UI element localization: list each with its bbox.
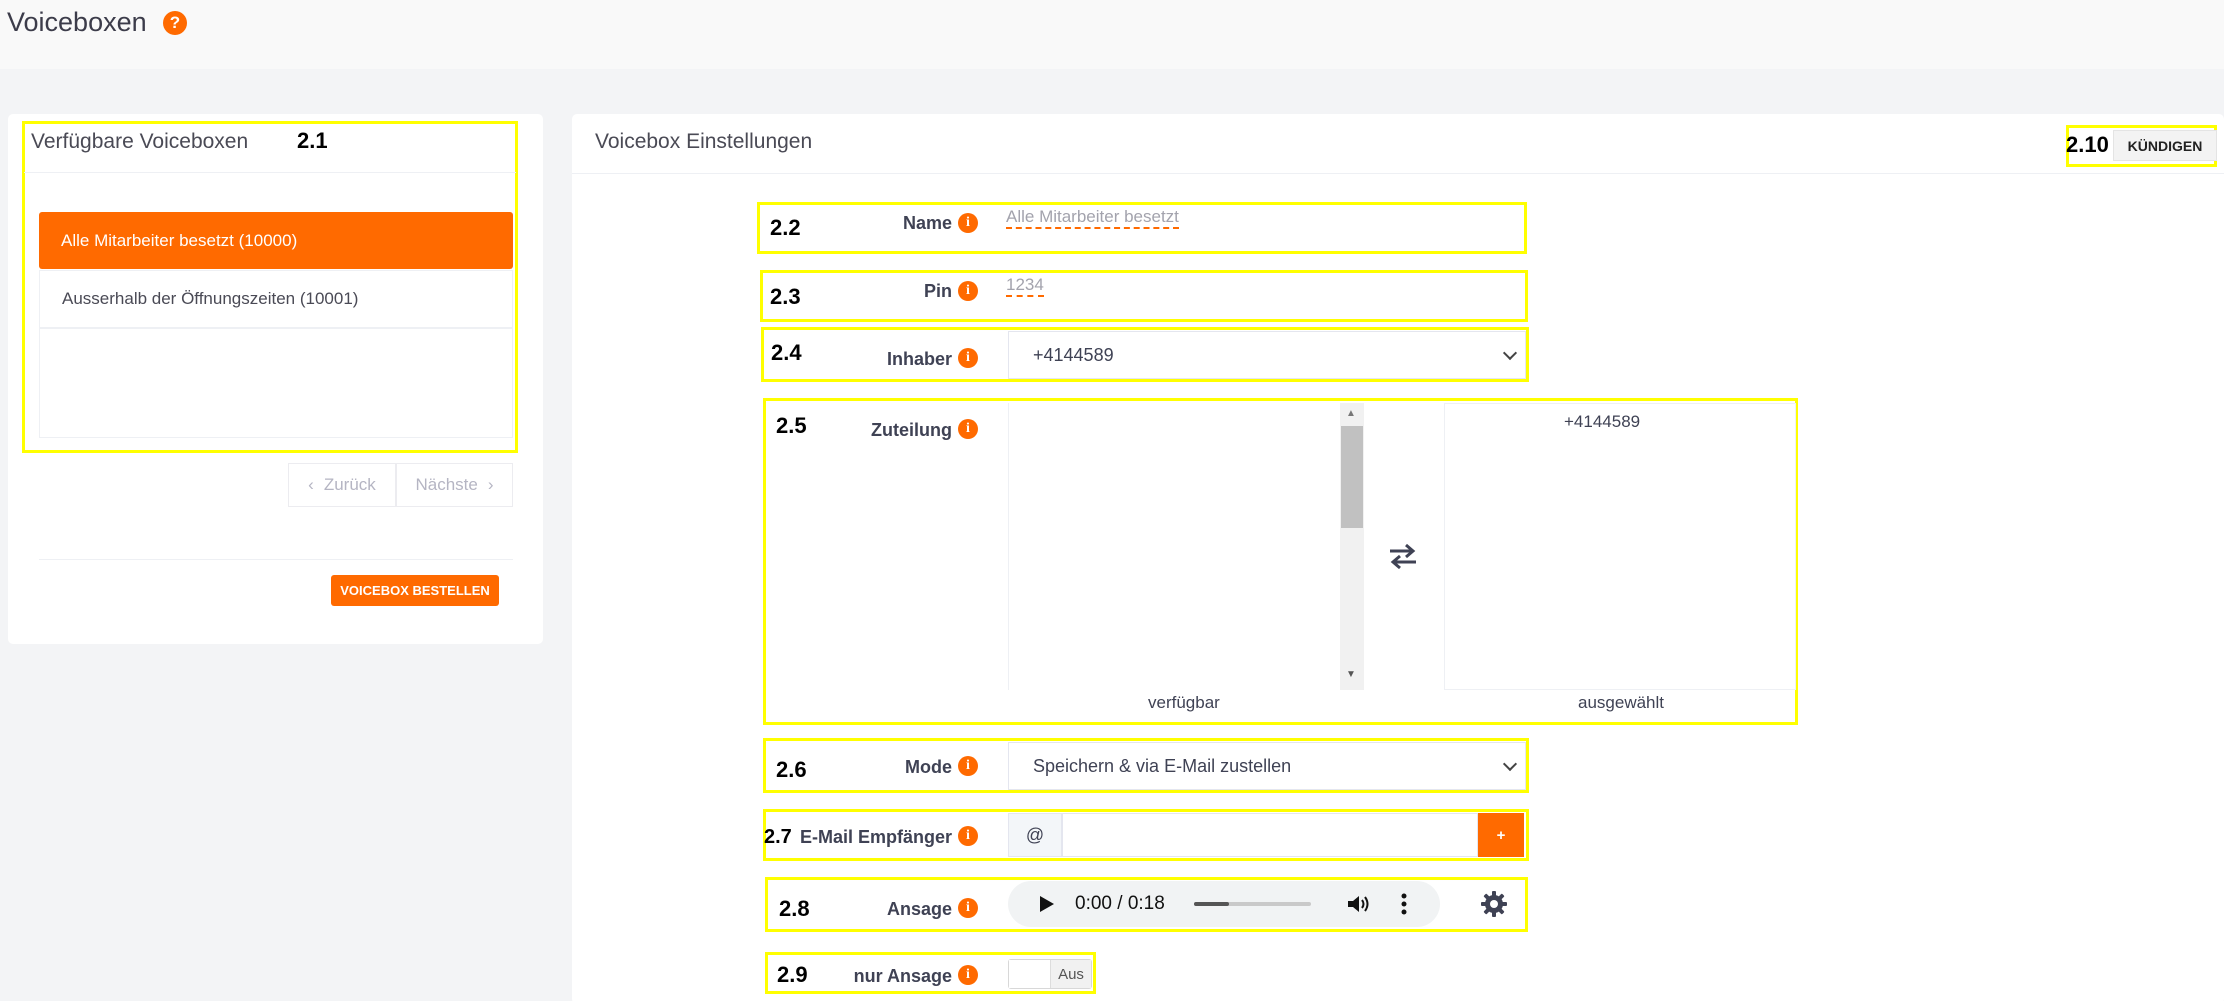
info-icon[interactable]: i [958, 756, 978, 776]
owner-select[interactable]: +4144589 [1008, 331, 1526, 379]
list-item-label: Ausserhalb der Öffnungszeiten (10001) [62, 289, 359, 308]
divider [24, 172, 516, 173]
pagination-prev-label: Zurück [323, 475, 376, 494]
audio-progress-track[interactable] [1194, 902, 1311, 906]
list-item-label: Alle Mitarbeiter besetzt (10000) [61, 230, 298, 250]
info-icon[interactable]: i [958, 898, 978, 918]
name-label: Name [902, 213, 952, 233]
pin-label: Pin [923, 281, 952, 301]
list-empty-area [39, 328, 513, 438]
available-caption: verfügbar [1148, 693, 1220, 712]
only-announcement-label: nur Ansage [853, 966, 952, 986]
info-icon[interactable]: i [958, 281, 978, 301]
annotation-label-2-1: 2.1 [297, 128, 328, 153]
play-icon[interactable] [1040, 896, 1054, 912]
chevron-right-icon: › [487, 475, 494, 494]
scroll-down-arrow-icon[interactable]: ▼ [1346, 669, 1356, 680]
add-email-button[interactable]: + [1478, 813, 1524, 857]
annotation-label-2-7: 2.7 [764, 826, 792, 848]
audio-time: 0:00 / 0:18 [1075, 893, 1165, 914]
info-icon[interactable]: i [958, 213, 978, 233]
annotation-label-2-3: 2.3 [770, 284, 801, 309]
email-at-addon: @ [1008, 813, 1062, 857]
volume-svg [1348, 896, 1369, 912]
page-title: Voiceboxen [7, 7, 147, 37]
info-icon[interactable]: i [958, 419, 978, 439]
toggle-handle [1009, 960, 1051, 988]
scroll-up-arrow-icon[interactable]: ▲ [1346, 408, 1356, 419]
annotation-label-2-4: 2.4 [771, 340, 802, 365]
mode-select-value: Speichern & via E-Mail zustellen [1033, 755, 1292, 776]
divider [572, 173, 2224, 174]
annotation-label-2-2: 2.2 [770, 215, 801, 240]
chevron-down-icon [1502, 756, 1518, 772]
available-list[interactable] [1008, 403, 1364, 690]
divider [39, 559, 513, 560]
mode-select[interactable]: Speichern & via E-Mail zustellen [1008, 742, 1526, 790]
voicebox-list-title: Verfügbare Voiceboxen [31, 130, 249, 153]
owner-label: Inhaber [886, 349, 952, 369]
allocation-label: Zuteilung [871, 420, 952, 440]
owner-select-value: +4144589 [1033, 344, 1114, 365]
audio-progress-fill [1194, 902, 1230, 906]
selected-caption: ausgewählt [1578, 693, 1665, 712]
annotation-label-2-6: 2.6 [776, 757, 807, 782]
audio-player: 0:00 / 0:18 [1008, 881, 1440, 927]
swap-arrows-icon[interactable] [1388, 542, 1418, 570]
name-editable-field[interactable]: Alle Mitarbeiter besetzt [1006, 207, 1179, 229]
more-svg [1401, 893, 1407, 915]
swap-arrows-svg [1390, 543, 1416, 570]
chevron-left-icon: ‹ [308, 475, 314, 494]
scrollbar-thumb[interactable] [1341, 426, 1363, 528]
email-input[interactable] [1062, 813, 1478, 857]
pin-editable-field[interactable]: 1234 [1006, 275, 1044, 297]
order-voicebox-button[interactable]: VOICEBOX BESTELLEN [331, 575, 499, 606]
volume-icon[interactable] [1346, 893, 1372, 915]
more-vertical-icon[interactable] [1401, 892, 1407, 916]
annotation-label-2-9: 2.9 [777, 962, 808, 987]
only-announcement-toggle[interactable]: Aus [1008, 959, 1092, 989]
annotation-label-2-8: 2.8 [779, 896, 810, 921]
page-header [0, 0, 2224, 69]
selected-list[interactable] [1444, 403, 1796, 690]
pagination-prev-button[interactable]: ‹ Zurück [288, 463, 396, 507]
annotation-label-2-10: 2.10 [2066, 132, 2109, 157]
question-circle-icon[interactable]: ? [163, 11, 187, 35]
gear-icon[interactable] [1480, 890, 1508, 918]
annotation-label-2-5: 2.5 [776, 413, 807, 438]
selected-list-item[interactable]: +4144589 [1564, 412, 1640, 432]
info-icon[interactable]: i [958, 348, 978, 368]
list-item-voicebox-active[interactable]: Alle Mitarbeiter besetzt (10000) [39, 212, 513, 269]
cancel-voicebox-button[interactable]: KÜNDIGEN [2113, 130, 2217, 161]
chevron-down-icon [1502, 345, 1518, 361]
list-item-voicebox[interactable]: Ausserhalb der Öffnungszeiten (10001) [39, 270, 513, 328]
pagination-next-button[interactable]: Nächste › [396, 463, 513, 507]
email-recipient-label: E-Mail Empfänger [799, 827, 952, 847]
voicebox-settings-title: Voicebox Einstellungen [595, 130, 813, 153]
pagination-next-label: Nächste [415, 475, 478, 494]
announcement-label: Ansage [886, 899, 952, 919]
info-icon[interactable]: i [958, 826, 978, 846]
toggle-state-label: Aus [1051, 960, 1091, 988]
info-icon[interactable]: i [958, 965, 978, 985]
gear-svg [1481, 891, 1507, 917]
mode-label: Mode [905, 757, 952, 777]
